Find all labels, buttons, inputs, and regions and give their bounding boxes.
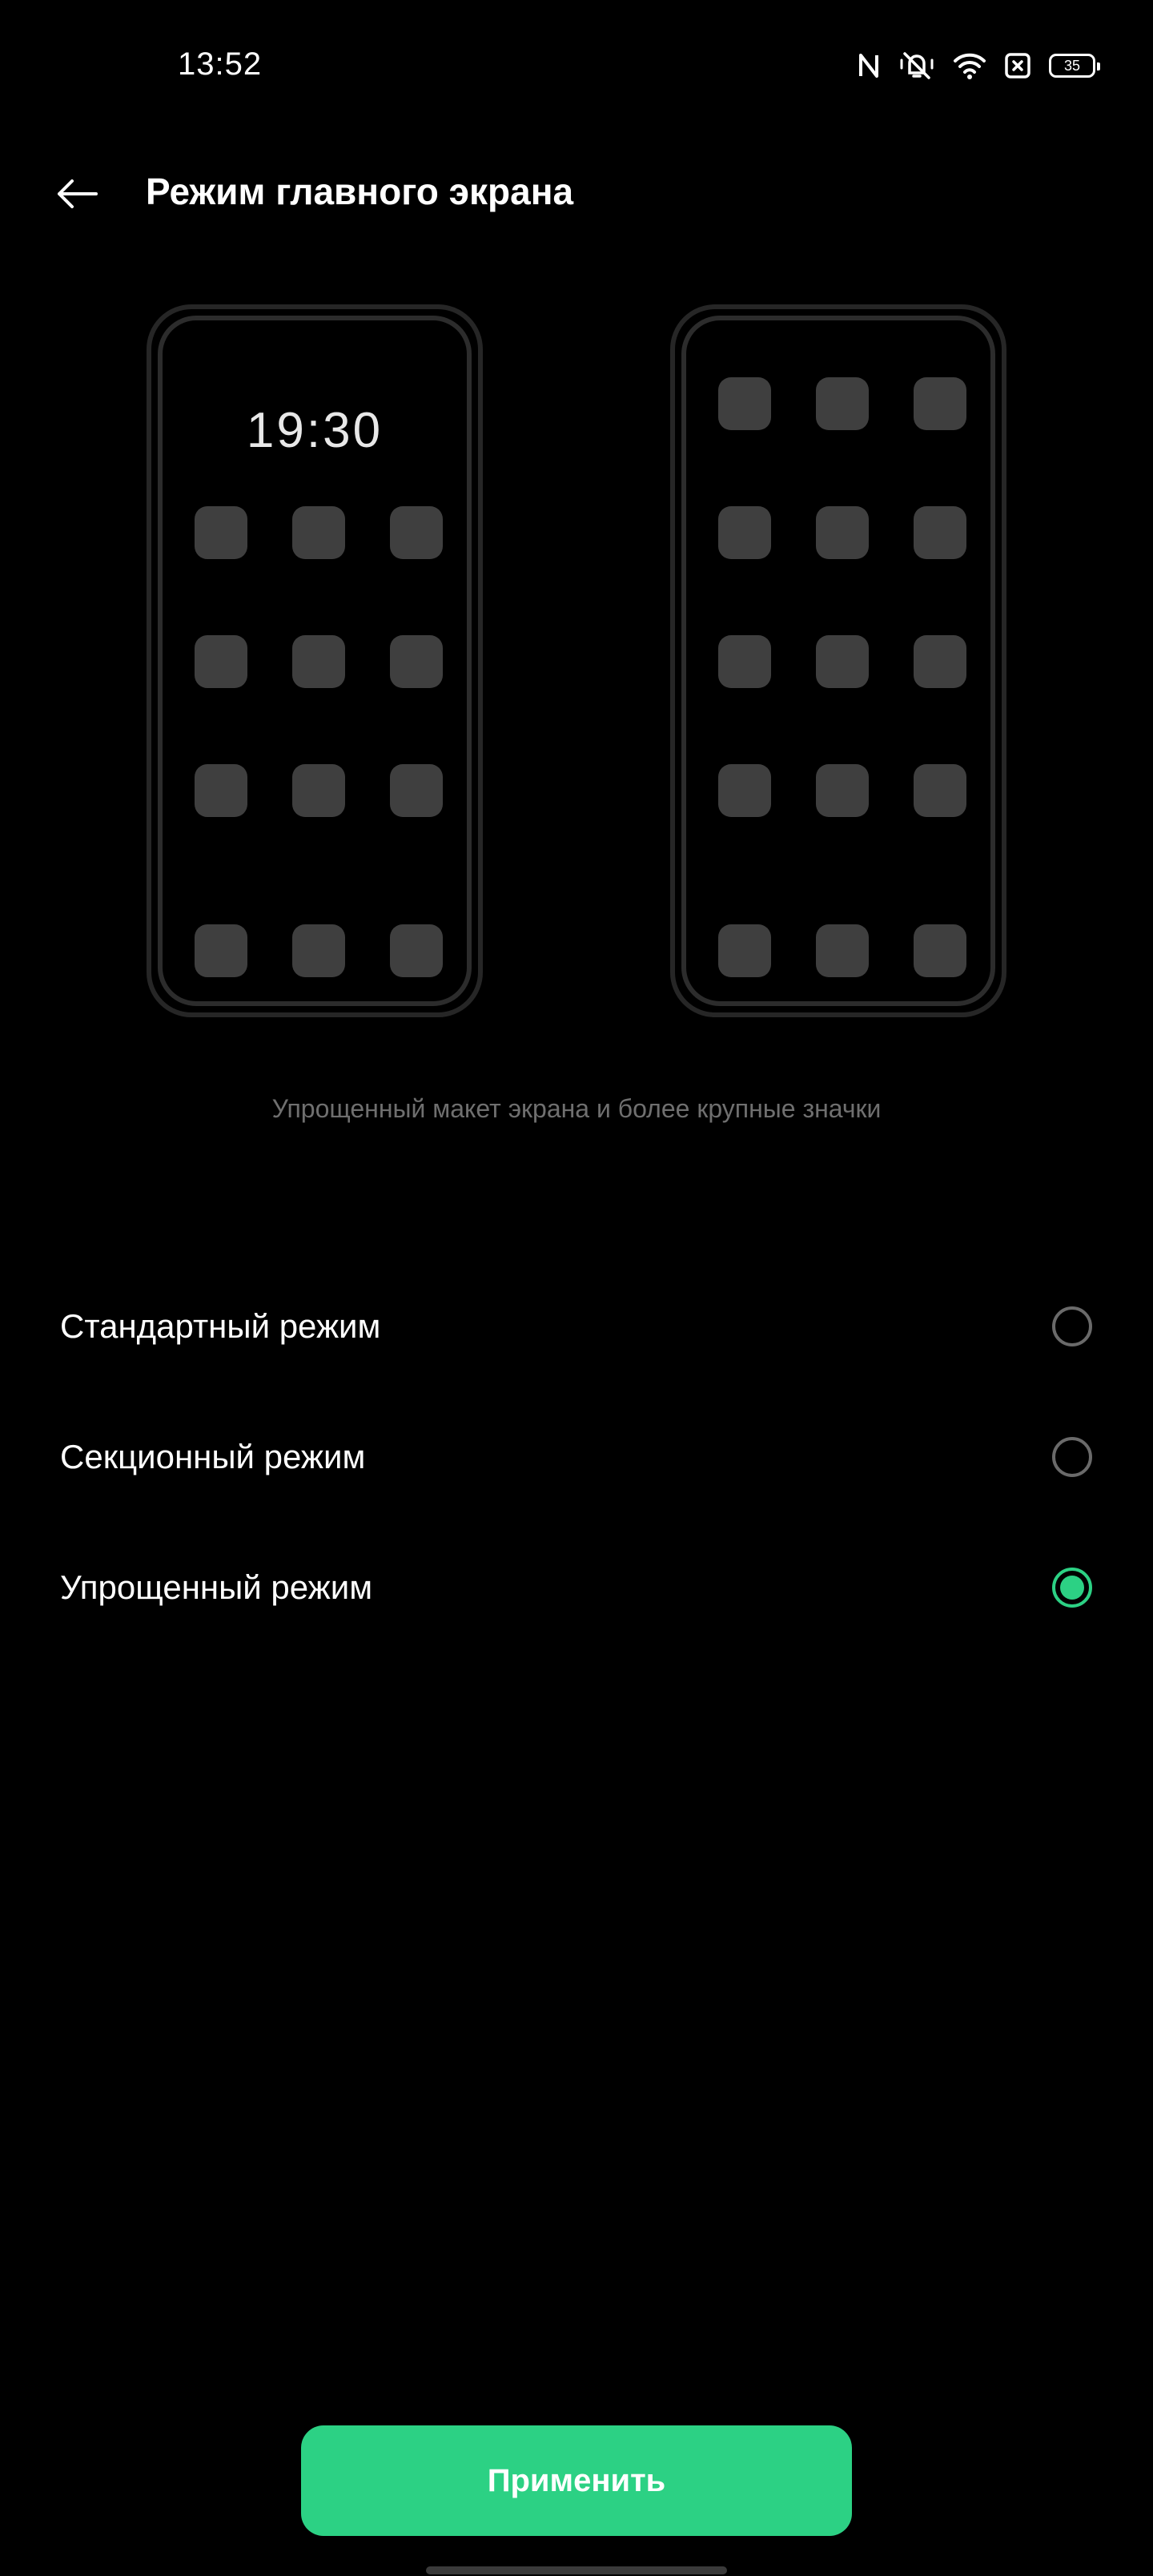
status-bar: 13:52 35 — [0, 0, 1153, 131]
wifi-icon — [953, 51, 986, 80]
mode-description: Упрощенный макет экрана и более крупные … — [271, 1094, 882, 1123]
app-icon-placeholder — [718, 377, 771, 430]
dock-row — [195, 924, 443, 977]
app-icon-placeholder — [390, 764, 443, 817]
app-icon-placeholder — [390, 506, 443, 559]
arrow-left-icon — [54, 178, 99, 214]
preview-clock: 19:30 — [246, 403, 384, 458]
app-icon-placeholder — [292, 506, 345, 559]
app-icon-placeholder — [718, 924, 771, 977]
app-icon-row — [195, 506, 443, 559]
option-standard-mode[interactable]: Стандартный режим — [0, 1266, 1153, 1387]
app-icon-placeholder — [816, 924, 869, 977]
option-label: Секционный режим — [60, 1438, 366, 1475]
app-icon-placeholder — [816, 377, 869, 430]
app-icon-placeholder — [718, 506, 771, 559]
app-icon-placeholder — [390, 635, 443, 688]
preview-screen: 19:30 — [158, 316, 472, 1006]
page-title: Режим главного экрана — [146, 171, 574, 212]
app-icon-placeholder — [292, 764, 345, 817]
battery-icon: 35 — [1049, 54, 1100, 78]
simple-mode-preview — [670, 304, 1006, 1017]
option-simple-mode[interactable]: Упрощенный режим — [0, 1527, 1153, 1648]
app-icon-row — [718, 635, 966, 688]
app-icon-placeholder — [292, 924, 345, 977]
option-section-mode[interactable]: Секционный режим — [0, 1397, 1153, 1517]
nfc-icon — [857, 52, 881, 79]
app-icon-placeholder — [195, 506, 247, 559]
back-button[interactable] — [45, 163, 109, 227]
app-icon-placeholder — [718, 635, 771, 688]
app-icon-placeholder — [914, 506, 966, 559]
option-label: Упрощенный режим — [60, 1568, 373, 1606]
radio-button[interactable] — [1052, 1437, 1092, 1477]
app-icon-row — [718, 764, 966, 817]
status-icons: 35 — [857, 48, 1100, 83]
app-icon-placeholder — [718, 764, 771, 817]
option-label: Стандартный режим — [60, 1307, 381, 1345]
app-icon-placeholder — [195, 924, 247, 977]
app-icon-row — [718, 377, 966, 430]
app-icon-placeholder — [914, 635, 966, 688]
app-icon-row — [718, 506, 966, 559]
app-icon-placeholder — [390, 924, 443, 977]
app-icon-placeholder — [816, 764, 869, 817]
app-icon-row — [195, 764, 443, 817]
app-icon-placeholder — [816, 506, 869, 559]
header: Режим главного экрана — [0, 144, 1153, 240]
status-time: 13:52 — [178, 46, 263, 82]
app-icon-placeholder — [914, 924, 966, 977]
app-icon-row — [195, 635, 443, 688]
app-icon-placeholder — [195, 635, 247, 688]
home-indicator — [426, 2566, 727, 2574]
apply-button[interactable]: Применить — [301, 2425, 852, 2536]
radio-button[interactable] — [1052, 1306, 1092, 1346]
standard-mode-preview: 19:30 — [147, 304, 483, 1017]
dock-row — [718, 924, 966, 977]
app-icon-placeholder — [816, 635, 869, 688]
radio-button-selected[interactable] — [1052, 1568, 1092, 1608]
preview-screen — [681, 316, 995, 1006]
app-icon-placeholder — [195, 764, 247, 817]
mute-icon — [898, 50, 935, 81]
sim-missing-icon — [1004, 52, 1031, 79]
app-icon-placeholder — [914, 764, 966, 817]
app-icon-placeholder — [292, 635, 345, 688]
app-icon-placeholder — [914, 377, 966, 430]
